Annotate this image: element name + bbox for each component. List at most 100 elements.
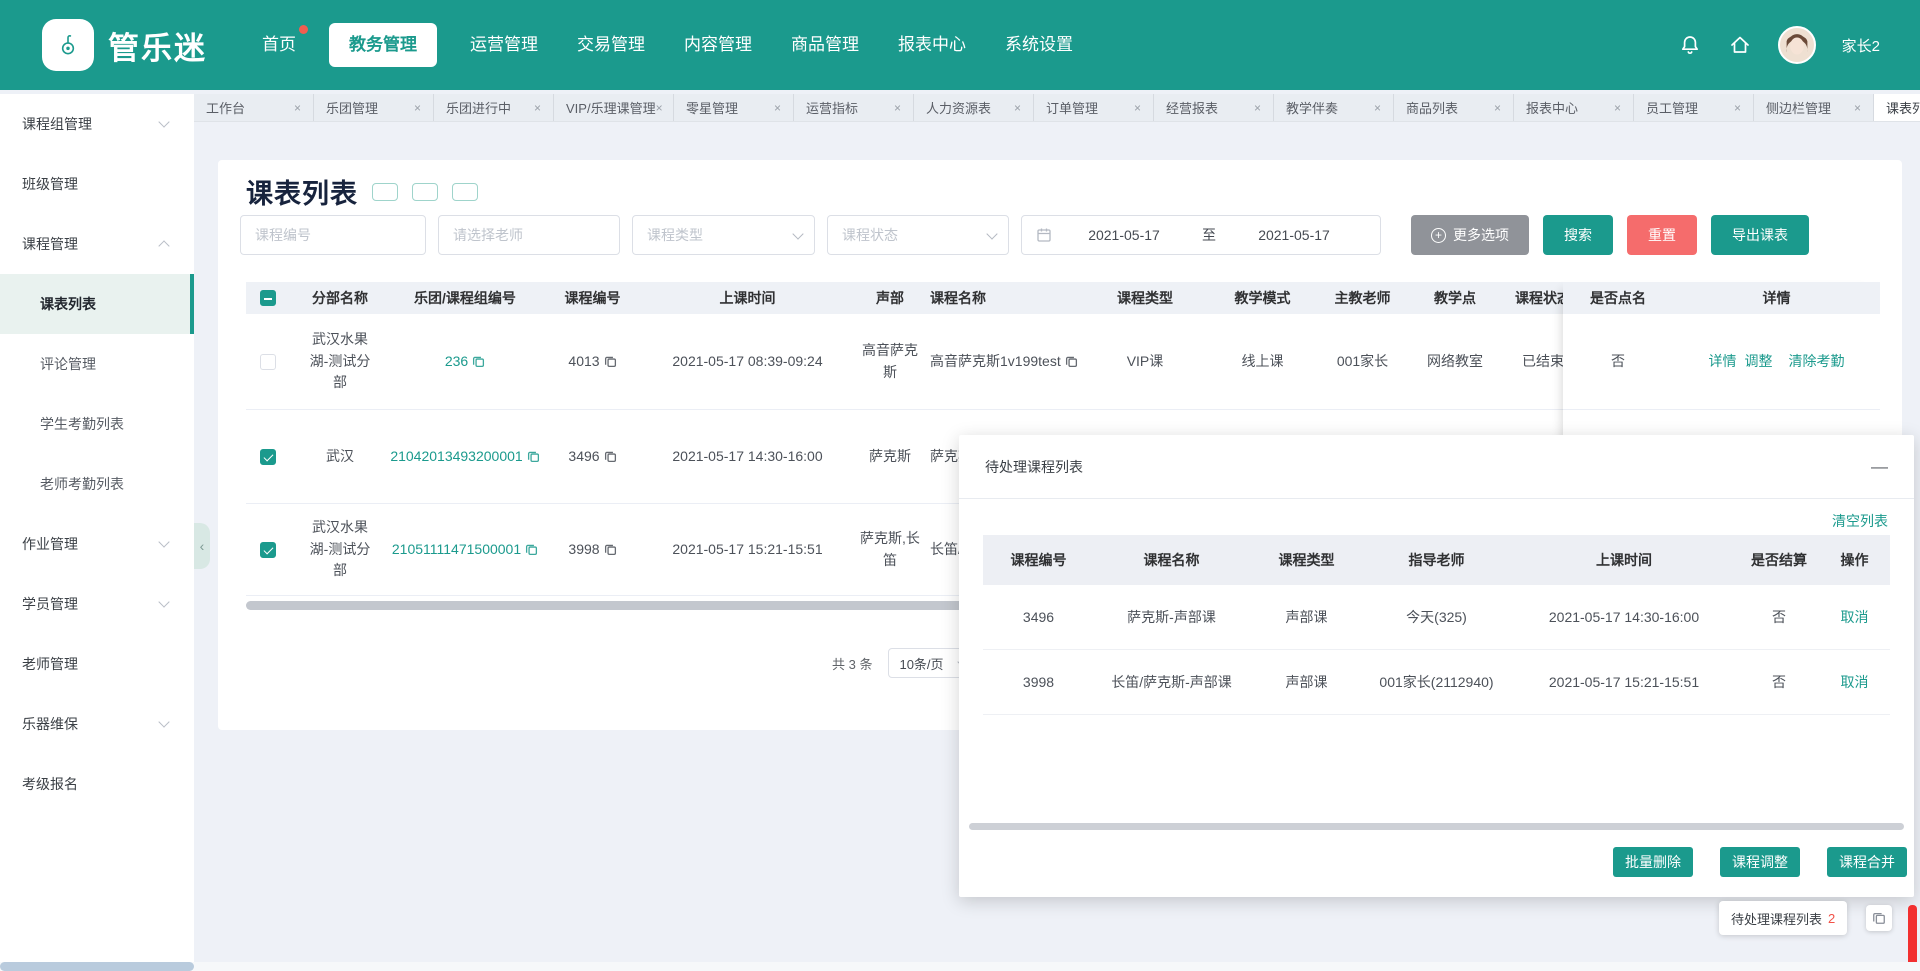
tab-close-icon[interactable] [534,101,541,115]
adjust-link[interactable]: 调整 [1745,351,1773,373]
user-avatar[interactable] [1778,26,1816,64]
sidebar-item[interactable]: 课表列表 [0,274,194,334]
row-checkbox[interactable] [260,449,276,465]
horizontal-scrollbar-thumb[interactable] [0,962,194,971]
main-menu-item[interactable]: 运营管理 [464,23,544,67]
date-range-picker[interactable]: 2021-05-17 至 2021-05-17 [1021,215,1381,255]
tab-close-icon[interactable] [656,101,663,115]
select-all-checkbox[interactable] [260,290,276,306]
sidebar-item[interactable]: 课程管理 [0,214,194,274]
bell-icon[interactable] [1678,33,1702,57]
vertical-scrollbar-thumb[interactable] [1908,905,1917,969]
restore-panel-button[interactable] [1866,905,1892,931]
group-no-link[interactable]: 21042013493200001 [390,446,522,468]
copy-icon[interactable] [525,543,538,556]
quick-filter-button[interactable] [412,183,438,201]
clear-attendance-link[interactable]: 清除考勤 [1789,351,1845,373]
pending-list-badge[interactable]: 待处理课程列表 2 [1719,901,1847,935]
sidebar-item[interactable]: 评论管理 [0,334,194,394]
tab[interactable]: 工作台 [194,94,314,121]
tab-close-icon[interactable] [1854,101,1861,115]
tab[interactable]: 员工管理 [1634,94,1754,121]
tab-close-icon[interactable] [1734,101,1741,115]
tab[interactable]: 人力资源表 [914,94,1034,121]
main-menu-item[interactable]: 内容管理 [678,23,758,67]
copy-icon[interactable] [604,355,617,368]
tab[interactable]: 乐团进行中 [434,94,554,121]
tab-close-icon[interactable] [774,101,781,115]
tab[interactable]: 报表中心 [1514,94,1634,121]
export-button[interactable]: 导出课表 [1711,215,1809,255]
tab-close-icon[interactable] [294,101,301,115]
panel-scrollbar[interactable] [969,823,1904,830]
sidebar-item[interactable]: 考级报名 [0,754,194,814]
main-menu-item[interactable]: 报表中心 [892,23,972,67]
tab[interactable]: VIP/乐理课管理 [554,94,674,121]
tab-close-icon[interactable] [894,101,901,115]
quick-filter-button[interactable] [372,183,398,201]
tab-close-icon[interactable] [414,101,421,115]
cancel-link[interactable]: 取消 [1841,672,1869,692]
sidebar-item[interactable]: 学员管理 [0,574,194,634]
course-merge-button[interactable]: 课程合并 [1827,847,1907,877]
tab-close-icon[interactable] [1014,101,1021,115]
copy-icon[interactable] [604,450,617,463]
course-no-input[interactable] [240,215,426,255]
total-count: 共 3 条 [832,654,872,673]
search-button[interactable]: 搜索 [1543,215,1613,255]
course-adjust-button[interactable]: 课程调整 [1720,847,1800,877]
sidebar-collapse-handle[interactable]: ‹ [194,523,210,569]
sidebar-item[interactable]: 学生考勤列表 [0,394,194,454]
tab[interactable]: 运营指标 [794,94,914,121]
reset-button[interactable]: 重置 [1627,215,1697,255]
main-menu-item[interactable]: 商品管理 [785,23,865,67]
sidebar-item-label: 学生考勤列表 [40,414,124,434]
clear-list-link[interactable]: 清空列表 [1832,511,1888,531]
tab-close-icon[interactable] [1374,101,1381,115]
more-options-button[interactable]: 更多选项 [1411,215,1529,255]
main-menu-item[interactable]: 交易管理 [571,23,651,67]
tab[interactable]: 侧边栏管理 [1754,94,1874,121]
sidebar-item-label: 学员管理 [22,594,78,614]
sidebar-item[interactable]: 作业管理 [0,514,194,574]
group-no-link[interactable]: 236 [445,351,468,373]
horizontal-scrollbar[interactable] [0,962,1920,971]
tab-close-icon[interactable] [1134,101,1141,115]
quick-filter-button[interactable] [452,183,478,201]
tab[interactable]: 商品列表 [1394,94,1514,121]
cell-mode: 线上课 [1210,314,1315,409]
main-menu-item[interactable]: 首页 [256,23,302,67]
sidebar-item[interactable]: 课程组管理 [0,94,194,154]
tab-close-icon[interactable] [1254,101,1261,115]
tab[interactable]: 课表列表 [1874,94,1920,121]
row-checkbox[interactable] [260,542,276,558]
copy-icon[interactable] [604,543,617,556]
sidebar-item[interactable]: 乐器维保 [0,694,194,754]
copy-icon[interactable] [1065,355,1078,368]
home-icon[interactable] [1728,33,1752,57]
course-status-select[interactable]: 课程状态 [827,215,1009,255]
batch-delete-button[interactable]: 批量删除 [1613,847,1693,877]
row-checkbox[interactable] [260,354,276,370]
tab[interactable]: 订单管理 [1034,94,1154,121]
tab-close-icon[interactable] [1614,101,1621,115]
tab-close-icon[interactable] [1494,101,1501,115]
sidebar-item[interactable]: 老师考勤列表 [0,454,194,514]
tab[interactable]: 经营报表 [1154,94,1274,121]
course-type-select[interactable]: 课程类型 [632,215,815,255]
main-menu-item[interactable]: 教务管理 [329,23,437,67]
main-menu-item[interactable]: 系统设置 [999,23,1079,67]
copy-icon[interactable] [527,450,540,463]
copy-icon[interactable] [472,355,485,368]
tab[interactable]: 乐团管理 [314,94,434,121]
username[interactable]: 家长2 [1842,35,1880,56]
tab[interactable]: 教学伴奏 [1274,94,1394,121]
tab[interactable]: 零星管理 [674,94,794,121]
teacher-input[interactable] [438,215,620,255]
cancel-link[interactable]: 取消 [1841,607,1869,627]
sidebar-item[interactable]: 班级管理 [0,154,194,214]
group-no-link[interactable]: 21051111471500001 [392,539,521,561]
detail-link[interactable]: 详情 [1709,351,1737,373]
minimize-icon[interactable]: — [1871,458,1888,475]
sidebar-item[interactable]: 老师管理 [0,634,194,694]
